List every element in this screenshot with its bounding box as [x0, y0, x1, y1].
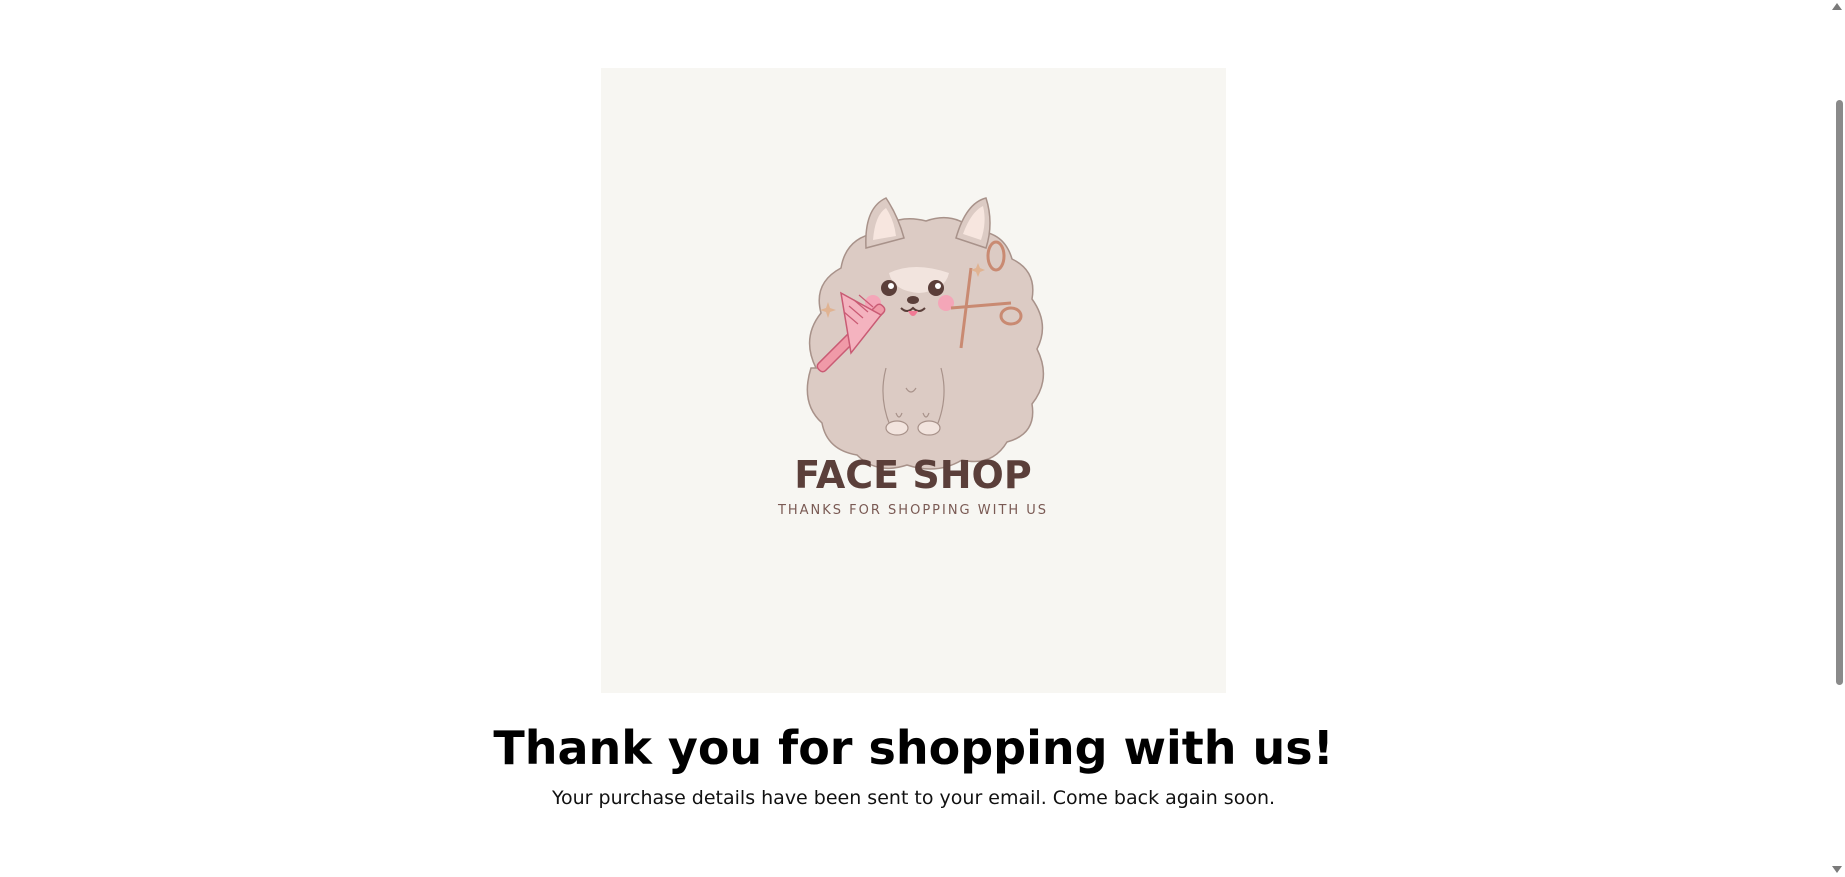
confirmation-message: Your purchase details have been sent to … [551, 787, 1276, 809]
scroll-up-arrow-icon[interactable] [1832, 3, 1842, 10]
brand-name: FACE SHOP [794, 453, 1031, 497]
dog-grooming-illustration: FACE SHOP THANKS FOR SHOPPING WITH US [777, 197, 1048, 518]
brand-tagline: THANKS FOR SHOPPING WITH US [777, 503, 1048, 518]
page-title: Thank you for shopping with us! [493, 721, 1334, 775]
scroll-down-arrow-icon[interactable] [1832, 866, 1842, 873]
scrollbar-thumb[interactable] [1836, 100, 1843, 685]
hero-logo-image: FACE SHOP THANKS FOR SHOPPING WITH US [601, 68, 1226, 693]
confirmation-page: FACE SHOP THANKS FOR SHOPPING WITH US Th… [0, 0, 1827, 877]
vertical-scrollbar[interactable] [1827, 0, 1845, 877]
